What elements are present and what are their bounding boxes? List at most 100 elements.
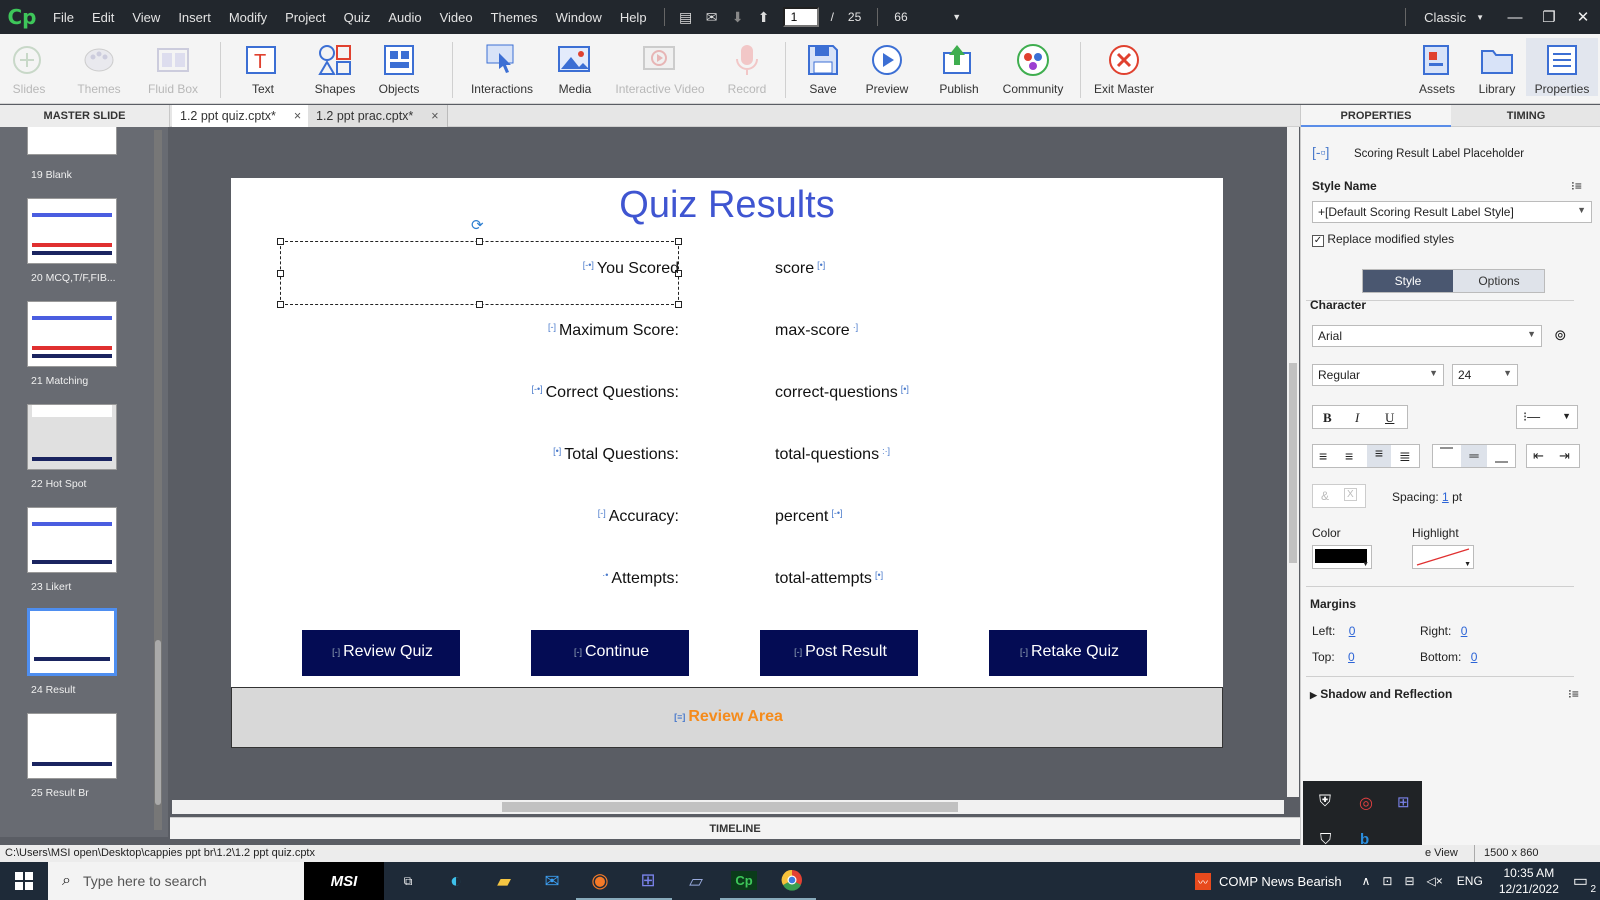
result-value-attempts[interactable]: total-attempts [•] [775,570,886,588]
variable-icon[interactable]: X [1344,488,1357,501]
slide-thumb-23[interactable] [27,507,117,573]
slide-thumb-20[interactable] [27,198,117,264]
shadow-reflection-section[interactable]: ▶ Shadow and Reflection [1310,687,1452,701]
font-weight-dropdown[interactable]: Regular ▼ [1312,364,1444,386]
publish-button[interactable]: Publish [924,38,994,96]
menu-project[interactable]: Project [276,10,334,25]
resize-handle[interactable] [277,270,284,277]
result-value-max-score[interactable]: max-score ·] [775,322,861,340]
captivate-app-icon[interactable]: Cp [720,862,768,900]
workspace-dropdown-icon[interactable]: ▼ [1476,13,1484,22]
restore-icon[interactable]: ❐ [1532,8,1566,26]
minimize-icon[interactable]: — [1498,9,1532,26]
result-label-attempts[interactable]: ·• Attempts: [599,570,679,588]
section-menu-icon[interactable]: ⁝≡ [1568,687,1579,701]
menu-themes[interactable]: Themes [482,10,547,25]
menu-edit[interactable]: Edit [83,10,123,25]
tab-prac-doc[interactable]: 1.2 ppt prac.cptx* × [308,105,448,127]
result-label-max-score[interactable]: [-] Maximum Score: [545,322,679,340]
properties-button[interactable]: Properties [1526,38,1598,96]
style-menu-icon[interactable]: ⁝≡ [1571,179,1582,193]
result-value-correct[interactable]: correct-questions [•] [775,384,912,402]
tab-timing[interactable]: TIMING [1451,105,1600,127]
tab-properties[interactable]: PROPERTIES [1301,105,1451,127]
edge-icon[interactable]: ◐ [432,862,480,900]
record-button[interactable]: Record [712,38,782,96]
menu-video[interactable]: Video [431,10,482,25]
creative-cloud-icon[interactable]: ◎ [1359,793,1373,813]
ampersand-icon[interactable]: & [1321,489,1329,503]
close-icon[interactable]: ✕ [1566,8,1600,26]
arrow-up-icon[interactable]: ⬆ [751,9,777,26]
continue-button[interactable]: [-] Continue [531,630,689,676]
slide-thumb-22[interactable] [27,404,117,470]
show-hidden-icons[interactable]: ∧ [1362,874,1371,888]
firefox-icon[interactable]: ◉ [576,862,624,900]
margin-right-value[interactable]: 0 [1461,624,1468,638]
mail-app-icon[interactable]: ✉ [528,862,576,900]
spacing-value[interactable]: 1 [1442,490,1449,504]
replace-modified-checkbox[interactable]: ✓ Replace modified styles [1312,232,1454,247]
link-style-icon[interactable]: ⊚ [1554,326,1567,344]
notepad-app-icon[interactable]: ▱ [672,862,720,900]
seg-style[interactable]: Style [1363,270,1453,292]
align-right-icon[interactable]: ≡ [1367,445,1391,467]
filmstrip-scroll-thumb[interactable] [155,640,161,805]
arrow-down-icon[interactable]: ⬇ [725,9,751,26]
align-top-icon[interactable]: ⎺ [1440,446,1453,462]
resize-handle[interactable] [675,238,682,245]
volume-muted-icon[interactable]: ◁× [1427,874,1443,888]
stage-vertical-scroll-thumb[interactable] [1289,363,1297,563]
menu-help[interactable]: Help [611,10,656,25]
align-justify-icon[interactable]: ≣ [1399,448,1411,465]
fluid-box-button[interactable]: Fluid Box [138,38,208,96]
save-button[interactable]: Save [788,38,858,96]
menu-audio[interactable]: Audio [379,10,430,25]
objects-button[interactable]: Objects [364,38,434,96]
result-label-score[interactable]: [-•] You Scored [580,260,679,278]
highlight-color-swatch[interactable]: ▼ [1412,545,1474,569]
align-middle-icon[interactable]: ═ [1461,445,1487,467]
slide-thumb-19[interactable] [27,127,117,155]
clock[interactable]: 10:35 AM 12/21/2022 [1499,865,1559,897]
exit-master-button[interactable]: Exit Master [1086,38,1162,96]
text-button[interactable]: T Text [228,38,298,96]
slide-thumb-25[interactable] [27,713,117,779]
bullets-dropdown[interactable]: ⁝— ▼ [1516,405,1578,429]
rotate-handle-icon[interactable]: ⟳ [471,216,484,234]
resize-handle[interactable] [476,301,483,308]
menu-quiz[interactable]: Quiz [335,10,380,25]
menu-window[interactable]: Window [547,10,611,25]
tab-quiz-doc[interactable]: 1.2 ppt quiz.cptx* × [172,105,311,127]
margin-bottom-value[interactable]: 0 [1471,650,1478,664]
text-color-swatch[interactable]: ▼ [1312,545,1372,569]
news-widget[interactable]: 〰 COMP News Bearish [1195,872,1342,890]
result-label-accuracy[interactable]: [-] Accuracy: [595,508,679,526]
interactive-video-button[interactable]: Interactive Video [610,38,710,96]
result-value-accuracy[interactable]: percent [-•] [775,508,846,526]
meet-now-icon[interactable]: ⊡ [1382,874,1392,888]
community-button[interactable]: Community [998,38,1068,96]
underline-button[interactable]: U [1385,410,1394,426]
themes-button[interactable]: Themes [64,38,134,96]
slide-thumb-24[interactable] [27,608,117,676]
retake-quiz-button[interactable]: [-] Retake Quiz [989,630,1147,676]
seg-options[interactable]: Options [1453,270,1545,292]
defender-icon[interactable]: ⛨ [1319,793,1331,811]
taskbar-search[interactable]: ⌕ Type here to search [48,862,304,900]
review-quiz-button[interactable]: [-] Review Quiz [302,630,460,676]
resize-handle[interactable] [277,301,284,308]
shapes-button[interactable]: Shapes [300,38,370,96]
notifications-icon[interactable]: ▭ 2 [1573,871,1596,895]
result-value-score[interactable]: score [•] [775,260,828,278]
slides-button[interactable]: Slides [0,38,64,96]
language-indicator[interactable]: ENG [1457,874,1483,888]
margin-top-value[interactable]: 0 [1348,650,1355,664]
resize-handle[interactable] [675,301,682,308]
margin-left-value[interactable]: 0 [1349,624,1356,638]
result-label-total[interactable]: [•] Total Questions: [550,446,679,464]
align-left-icon[interactable]: ≡ [1319,448,1327,464]
align-center-icon[interactable]: ≡ [1345,448,1353,464]
stage-horizontal-scroll-thumb[interactable] [502,802,958,812]
font-family-dropdown[interactable]: Arial ▼ [1312,325,1542,347]
